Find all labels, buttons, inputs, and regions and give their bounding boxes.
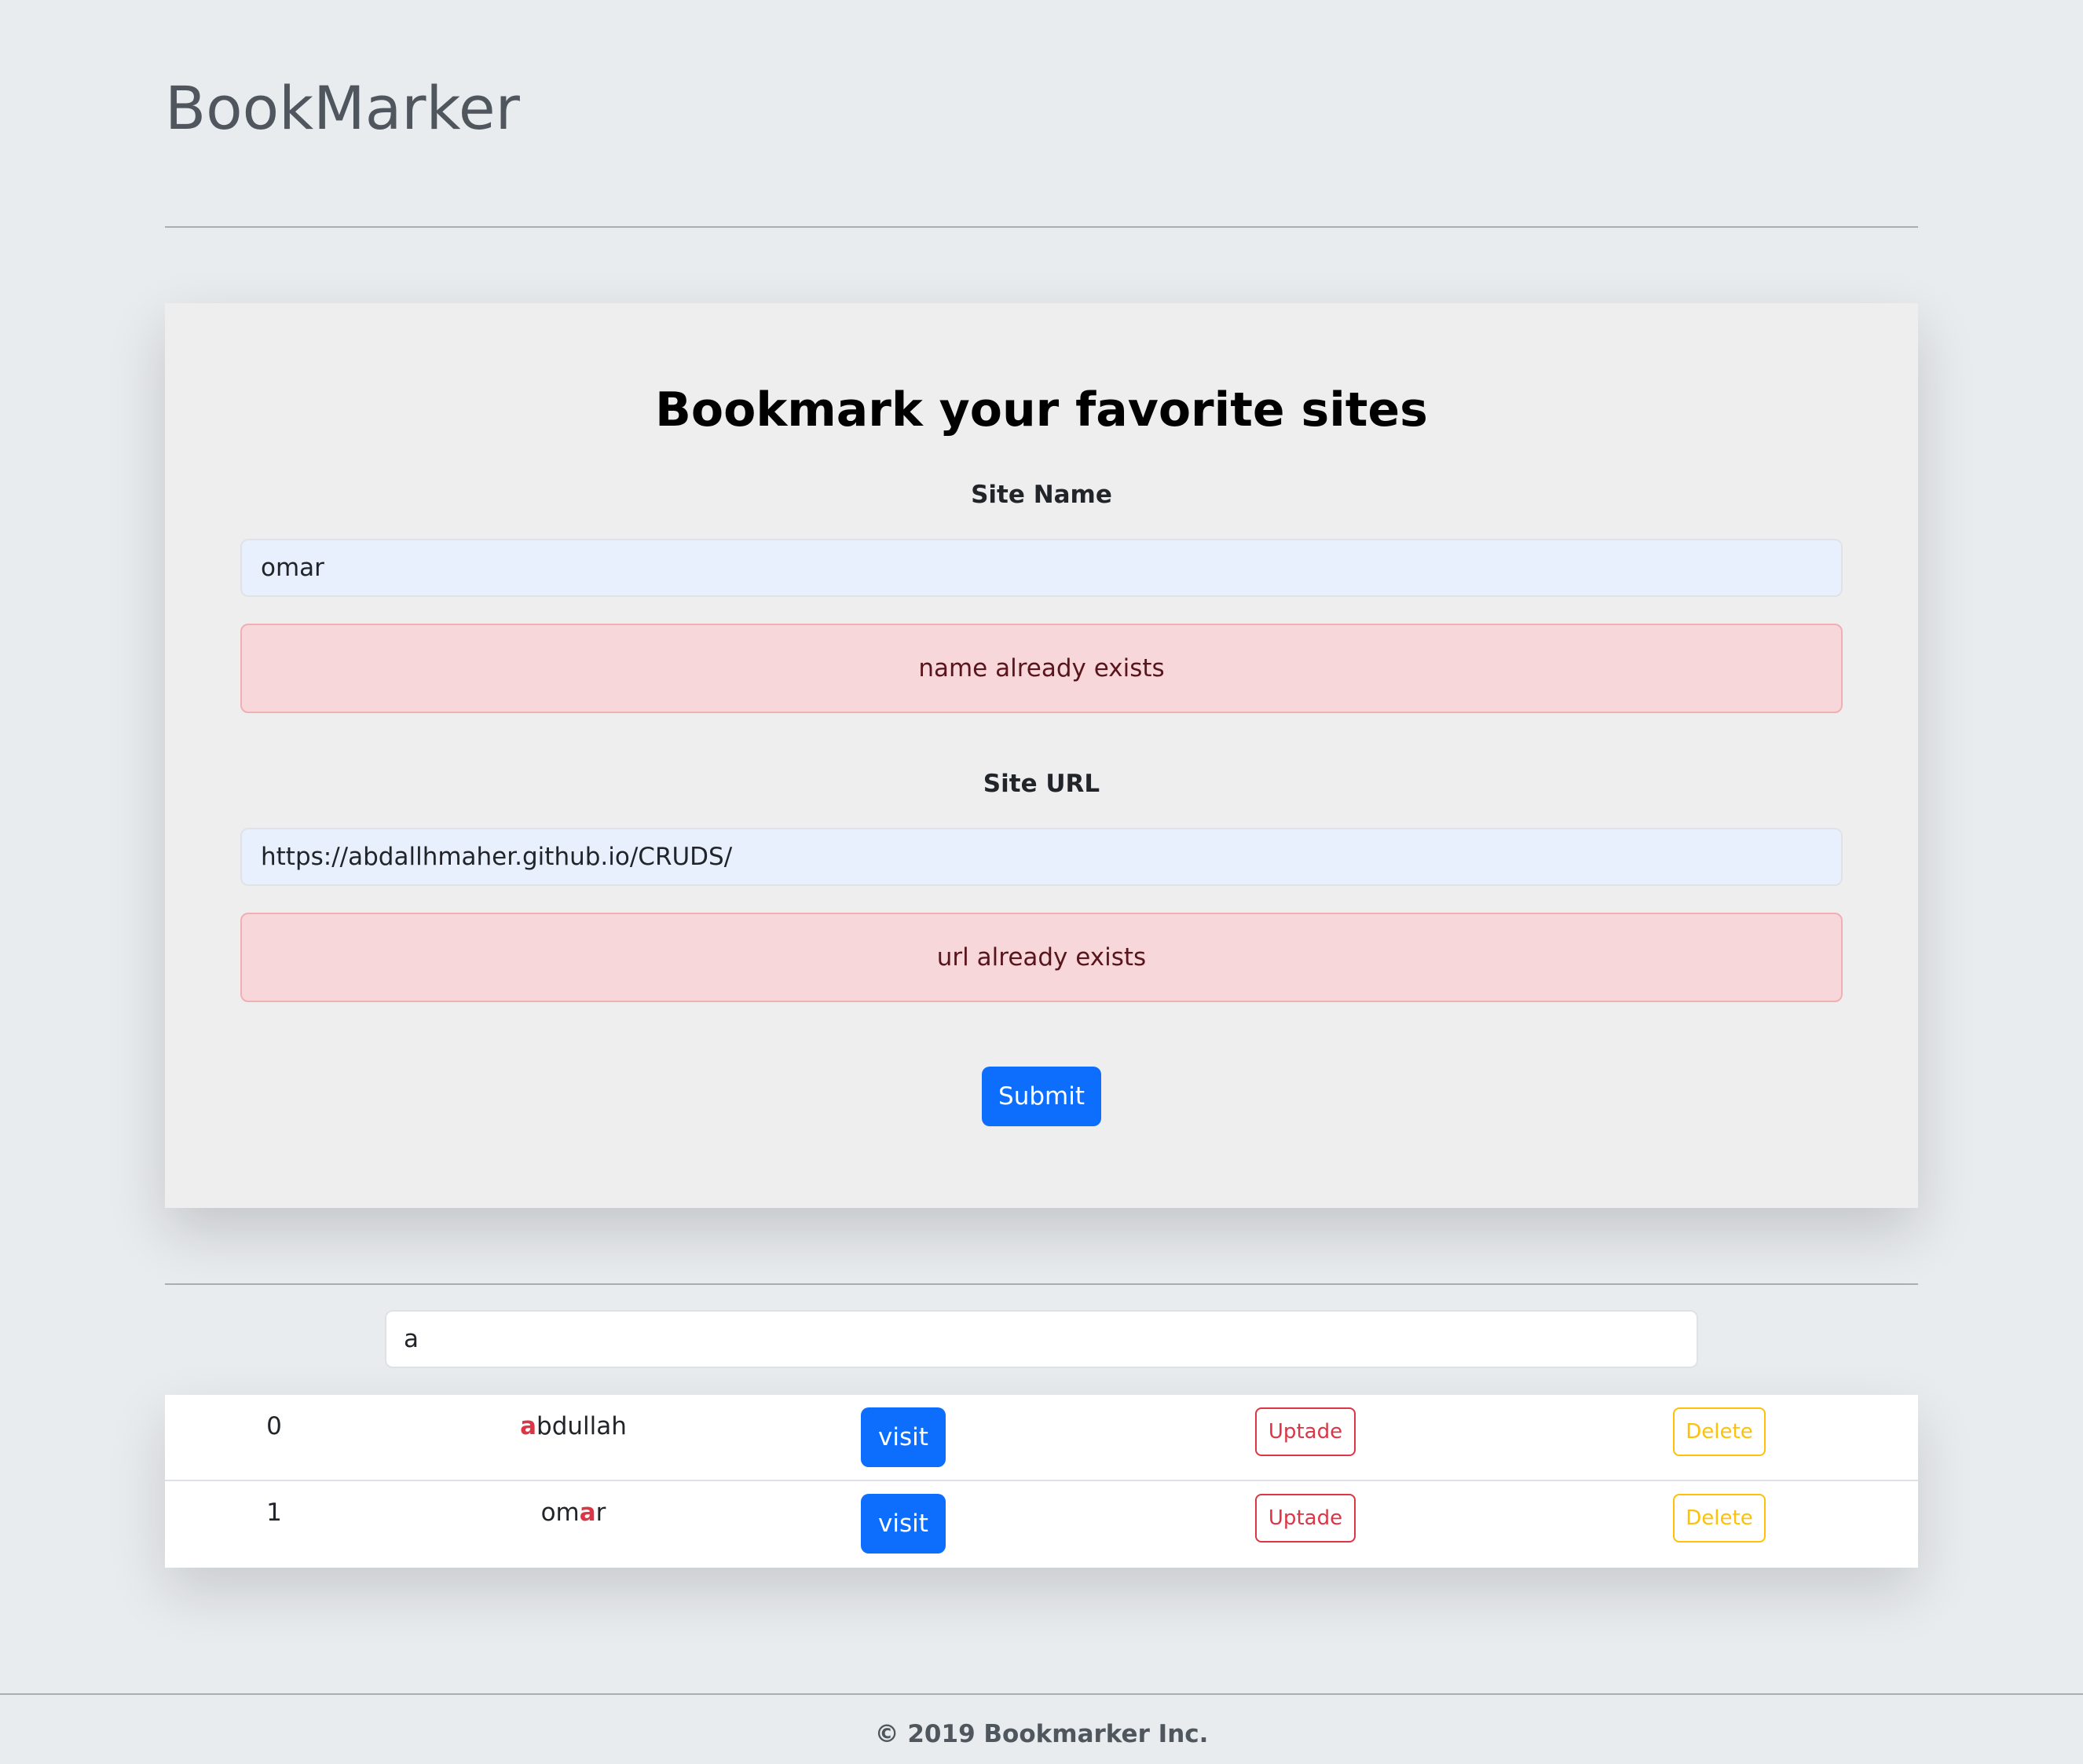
site-name-error-alert: name already exists bbox=[240, 624, 1843, 713]
site-name-label: Site Name bbox=[971, 481, 1112, 509]
delete-button[interactable]: Delete bbox=[1673, 1494, 1766, 1543]
row-site-name: omar bbox=[540, 1499, 606, 1527]
search-highlight: a bbox=[520, 1412, 537, 1440]
search-input[interactable] bbox=[385, 1310, 1698, 1368]
visit-button[interactable]: visit bbox=[861, 1494, 946, 1554]
form-title: Bookmark your favorite sites bbox=[655, 382, 1428, 437]
bookmarks-table: 0 abdullah visit Uptade Delete 1 omar vi… bbox=[165, 1395, 1918, 1568]
site-url-label: Site URL bbox=[983, 770, 1100, 798]
update-button[interactable]: Uptade bbox=[1255, 1494, 1356, 1543]
footer-copyright: © 2019 Bookmarker Inc. bbox=[874, 1720, 1209, 1748]
site-url-error-text: url already exists bbox=[936, 943, 1147, 972]
update-button[interactable]: Uptade bbox=[1255, 1407, 1356, 1456]
search-highlight: a bbox=[579, 1499, 596, 1527]
bookmark-form-card: Bookmark your favorite sites Site Name n… bbox=[165, 303, 1918, 1208]
header-divider bbox=[165, 226, 1918, 228]
visit-button[interactable]: visit bbox=[861, 1407, 946, 1467]
site-name-error-text: name already exists bbox=[918, 654, 1165, 683]
delete-button[interactable]: Delete bbox=[1673, 1407, 1766, 1456]
site-url-error-alert: url already exists bbox=[240, 913, 1843, 1002]
site-url-input[interactable] bbox=[240, 828, 1843, 886]
table-row: 1 omar visit Uptade Delete bbox=[165, 1481, 1918, 1568]
site-name-input[interactable] bbox=[240, 539, 1843, 597]
footer-divider bbox=[0, 1693, 2083, 1695]
table-row: 0 abdullah visit Uptade Delete bbox=[165, 1395, 1918, 1481]
brand-title: BookMarker bbox=[165, 73, 520, 143]
section-divider bbox=[165, 1283, 1918, 1285]
submit-button[interactable]: Submit bbox=[982, 1067, 1101, 1126]
row-index: 0 bbox=[266, 1412, 282, 1440]
row-site-name: abdullah bbox=[520, 1412, 627, 1440]
row-index: 1 bbox=[266, 1499, 282, 1527]
